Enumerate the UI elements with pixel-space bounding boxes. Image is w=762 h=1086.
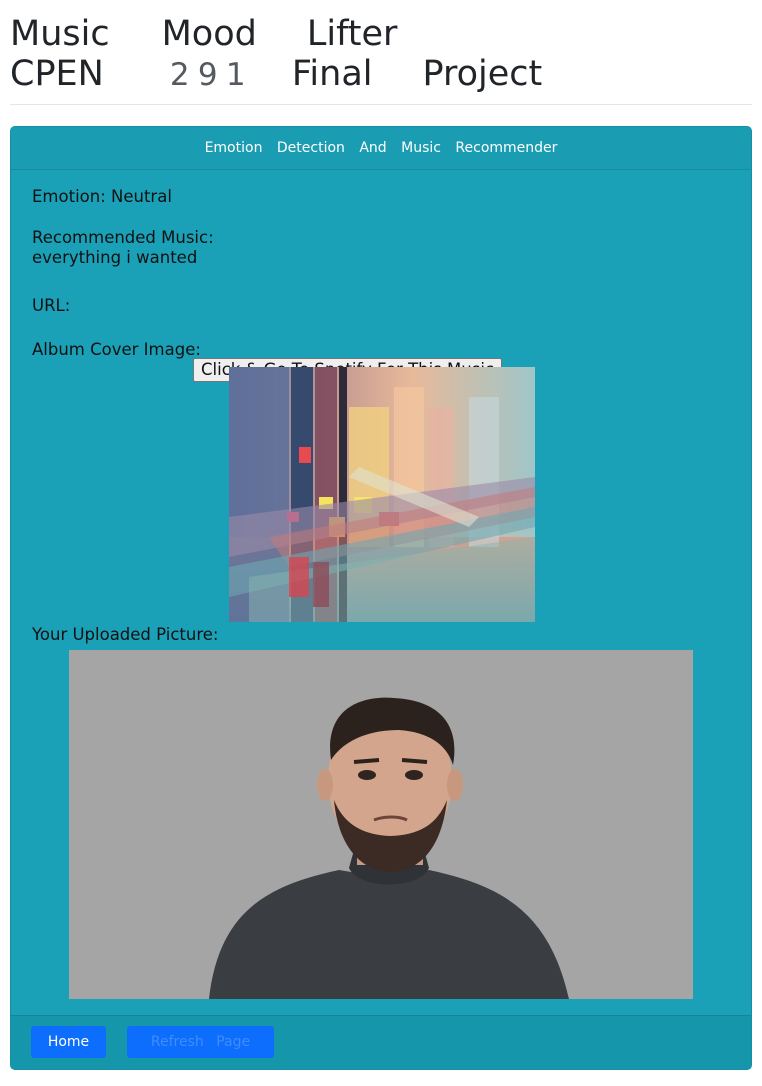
title-word: Lifter: [306, 14, 398, 54]
emotion-text: Emotion: Neutral: [32, 187, 172, 206]
album-cover-label: Album Cover Image:: [32, 340, 201, 359]
subtitle-word: Final: [291, 54, 373, 94]
url-label: URL:: [32, 296, 71, 315]
card-header: Emotion Detection And Music Recommender: [11, 127, 751, 170]
recommended-music-value: everything i wanted: [32, 248, 198, 267]
uploaded-picture: [69, 650, 693, 999]
page-header: Music Mood Lifter CPEN 2 9 1 Final Project: [10, 14, 752, 95]
header-divider: [10, 104, 752, 105]
page-title: Music Mood Lifter: [10, 14, 752, 54]
recommended-music-label: Recommended Music:: [32, 228, 214, 247]
refresh-page-button[interactable]: Refresh Page: [127, 1026, 274, 1058]
card-body: Emotion: Neutral Recommended Music: ever…: [11, 170, 751, 1016]
course-number-digit: 9: [197, 57, 218, 93]
page-subtitle: CPEN 2 9 1 Final Project: [10, 54, 752, 95]
subtitle-word: CPEN: [10, 54, 104, 94]
course-number-digit: 2: [169, 57, 190, 93]
title-word: Mood: [161, 14, 257, 54]
title-word: Music: [10, 14, 110, 54]
recommender-card: Emotion Detection And Music Recommender …: [10, 126, 752, 1070]
uploaded-picture-label: Your Uploaded Picture:: [32, 625, 219, 644]
course-number: 291: [170, 55, 254, 95]
course-number-digit: 1: [225, 57, 246, 93]
album-cover-image: [229, 367, 535, 622]
subtitle-word: Project: [422, 54, 543, 94]
home-button[interactable]: Home: [31, 1026, 106, 1058]
card-footer: Home Refresh Page: [11, 1015, 751, 1069]
